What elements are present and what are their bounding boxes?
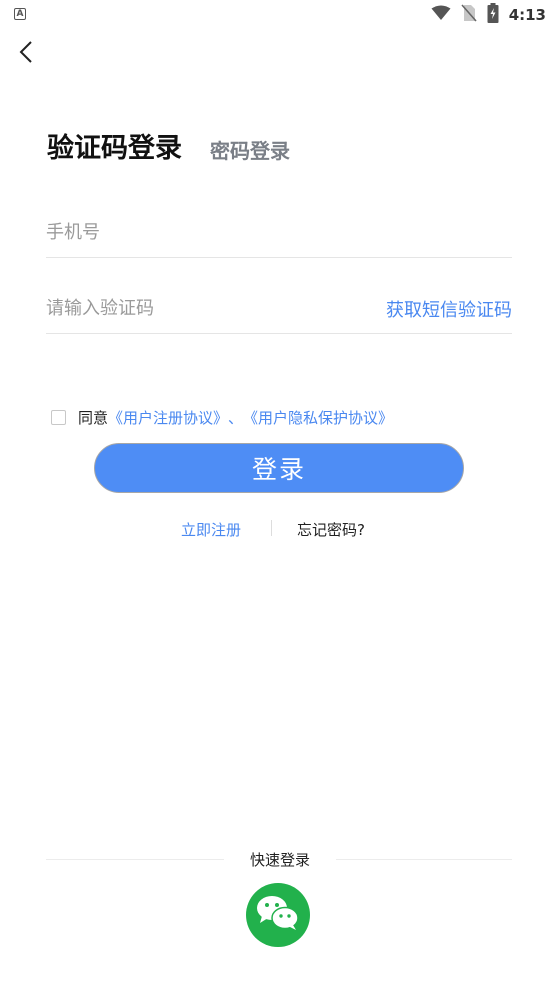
phone-field-container xyxy=(46,208,512,258)
status-icons: 4:13 xyxy=(431,3,546,27)
user-agreement-link[interactable]: 《用户注册协议》 xyxy=(108,407,228,428)
phone-input[interactable] xyxy=(46,208,346,256)
no-sim-icon xyxy=(461,4,477,26)
agreement-row: 同意 《用户注册协议》 、 《用户隐私保护协议》 xyxy=(51,407,393,428)
privacy-policy-link[interactable]: 《用户隐私保护协议》 xyxy=(243,407,393,428)
code-field-container: 获取短信验证码 xyxy=(46,284,512,334)
link-divider xyxy=(271,520,272,536)
verification-code-input[interactable] xyxy=(46,284,346,332)
wechat-login-button[interactable] xyxy=(246,883,310,947)
agreement-separator: 、 xyxy=(228,409,244,427)
quick-login-divider-left xyxy=(46,859,224,860)
agreement-checkbox[interactable] xyxy=(51,410,66,425)
notification-a-icon: A xyxy=(14,8,26,20)
wechat-icon xyxy=(256,894,300,936)
login-button[interactable]: 登录 xyxy=(94,443,464,493)
get-sms-code-button[interactable]: 获取短信验证码 xyxy=(386,296,512,322)
agreement-prefix: 同意 xyxy=(78,409,109,427)
wifi-icon xyxy=(431,5,451,25)
status-bar: A 4:13 xyxy=(0,0,558,32)
forgot-password-link[interactable]: 忘记密码? xyxy=(297,519,365,540)
quick-login-label: 快速登录 xyxy=(249,851,310,869)
register-link[interactable]: 立即注册 xyxy=(181,519,241,540)
status-time: 4:13 xyxy=(508,6,546,24)
quick-login-divider-right xyxy=(336,859,512,860)
battery-charging-icon xyxy=(487,3,499,27)
tab-sms-login[interactable]: 验证码登录 xyxy=(47,126,182,165)
tab-password-login[interactable]: 密码登录 xyxy=(210,135,290,164)
chevron-left-icon xyxy=(19,40,33,68)
back-button[interactable] xyxy=(14,40,38,68)
